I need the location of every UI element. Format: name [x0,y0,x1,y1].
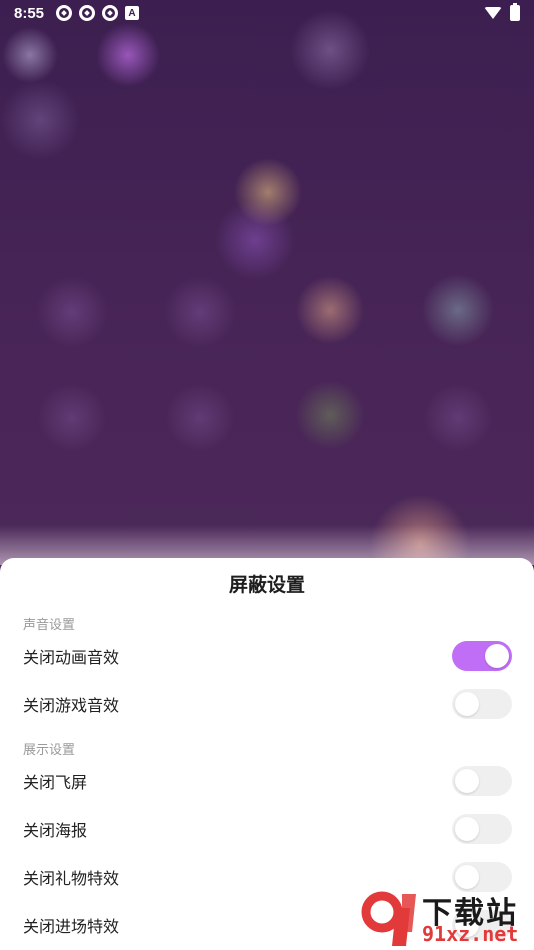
notification-icons: A [56,5,140,21]
setting-label: 关闭进场特效 [23,917,120,936]
poster-toggle[interactable] [452,814,512,844]
sheet-title: 屏蔽设置 [228,574,305,596]
setting-label: 关闭礼物特效 [23,869,120,888]
setting-row-game-sound: 关闭游戏音效 [0,681,534,727]
game-sound-toggle[interactable] [452,689,512,719]
app-notification-icon [79,5,96,21]
wifi-icon [484,7,502,19]
setting-label: 关闭动画音效 [23,648,120,667]
watermark-logo: 下载站 91xz.net [356,888,528,948]
fly-screen-toggle[interactable] [452,766,512,796]
setting-label: 关闭游戏音效 [23,696,120,715]
animation-sound-toggle[interactable] [452,641,512,671]
toggle-knob [455,692,479,716]
setting-row-animation-sound: 关闭动画音效 [0,633,534,679]
watermark-domain: 91xz.net [422,922,519,946]
toggle-knob [455,817,479,841]
app-notification-icon [56,5,73,21]
watermark-emblem-icon [361,891,416,946]
setting-row-poster: 关闭海报 [0,806,534,852]
toggle-knob [455,769,479,793]
status-time: 8:55 [14,4,45,22]
app-notification-icon [102,5,119,21]
setting-label: 关闭海报 [23,821,88,840]
status-bar: 8:55 A [0,0,534,26]
section-label-display: 展示设置 [23,743,76,758]
battery-charging-icon [510,3,520,21]
system-icons [484,3,520,21]
toggle-knob [455,865,479,889]
toggle-knob [485,644,509,668]
a-badge-icon: A [125,6,140,20]
setting-row-fly-screen: 关闭飞屏 [0,758,534,804]
section-label-sound: 声音设置 [23,618,76,633]
setting-label: 关闭飞屏 [23,773,88,792]
